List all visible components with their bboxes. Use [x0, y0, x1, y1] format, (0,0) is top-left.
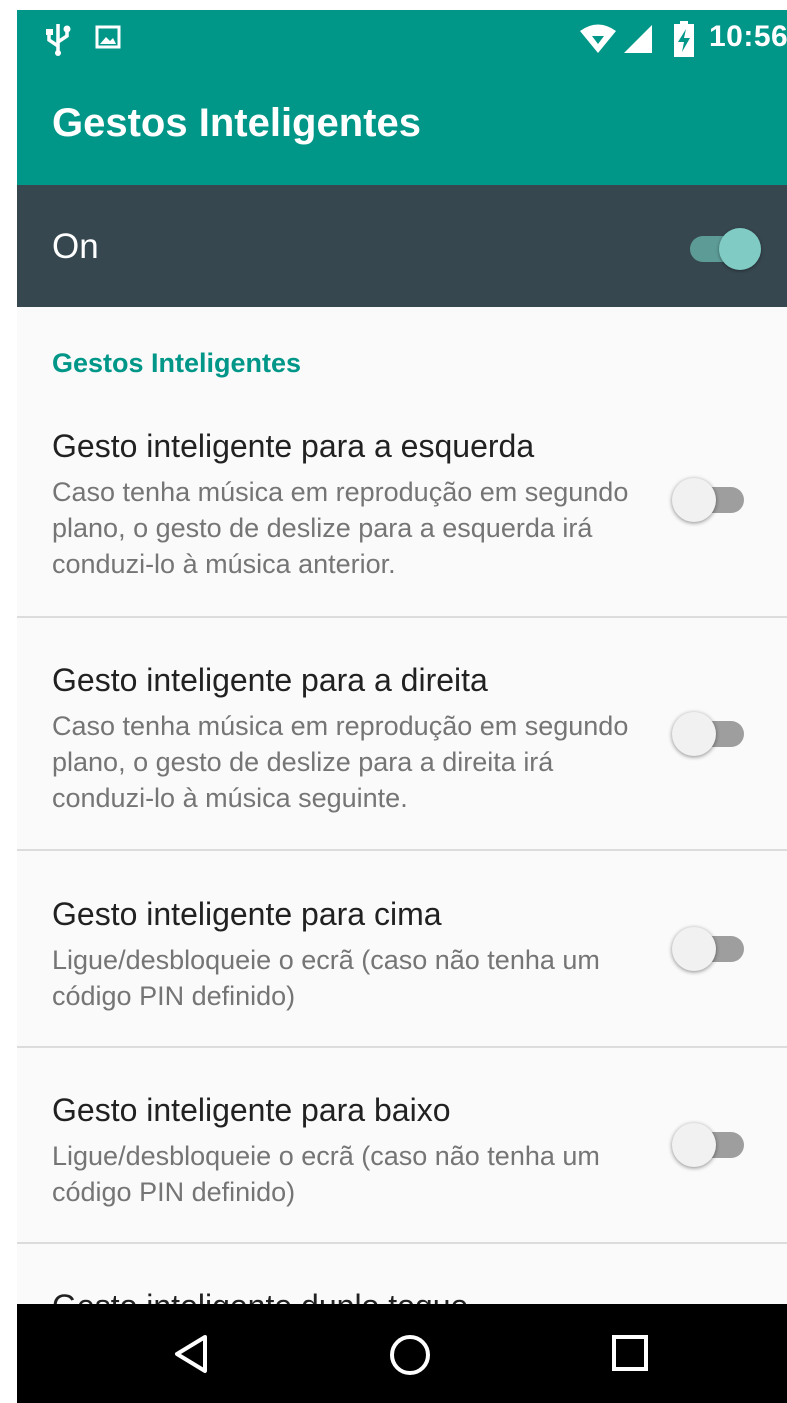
toggle-thumb [672, 712, 716, 756]
right-gesture-toggle[interactable] [672, 712, 750, 756]
home-icon[interactable] [389, 1334, 431, 1376]
preference-title: Gesto inteligente para a esquerda [52, 428, 535, 464]
gallery-icon [95, 25, 121, 49]
preference-summary: Caso tenha música em reprodução em segun… [52, 711, 629, 813]
back-icon[interactable] [172, 1334, 212, 1374]
preference-title: Gesto inteligente para a direita [52, 662, 488, 698]
preference-title: Gesto inteligente para cima [52, 896, 442, 932]
wifi-icon [580, 24, 616, 53]
app-bar: Gestos Inteligentes [17, 65, 787, 185]
preference-title: Gesto inteligente para baixo [52, 1092, 451, 1128]
divider [17, 849, 787, 851]
master-switch-bar[interactable]: On [17, 185, 787, 307]
up-gesture-toggle[interactable] [672, 927, 750, 971]
recents-icon[interactable] [611, 1334, 649, 1372]
master-toggle[interactable] [690, 228, 762, 270]
toggle-thumb [672, 478, 716, 522]
divider [17, 616, 787, 618]
divider [17, 1242, 787, 1244]
clock: 10:56 [709, 20, 787, 53]
screen: 10:56 Gestos Inteligentes On Gestos Inte… [17, 10, 787, 1403]
down-gesture-toggle[interactable] [672, 1123, 750, 1167]
navigation-bar [17, 1304, 787, 1403]
toggle-thumb [672, 927, 716, 971]
toggle-thumb [672, 1123, 716, 1167]
master-switch-label: On [52, 227, 99, 266]
divider [17, 1046, 787, 1048]
cell-signal-icon [624, 25, 652, 53]
toggle-thumb [719, 228, 761, 270]
usb-icon [46, 24, 71, 56]
preference-summary: Ligue/desbloqueie o ecrã (caso não tenha… [52, 945, 600, 1011]
preference-summary: Caso tenha música em reprodução em segun… [52, 477, 629, 579]
battery-charging-icon [674, 21, 694, 57]
page-title: Gestos Inteligentes [52, 101, 421, 145]
left-gesture-toggle[interactable] [672, 478, 750, 522]
status-bar: 10:56 [17, 10, 787, 65]
preference-summary: Ligue/desbloqueie o ecrã (caso não tenha… [52, 1141, 600, 1207]
category-header: Gestos Inteligentes [52, 348, 302, 378]
